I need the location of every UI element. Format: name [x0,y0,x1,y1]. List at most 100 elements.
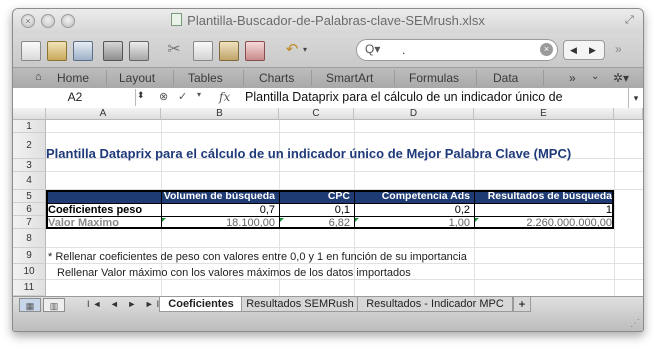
fullscreen-icon[interactable]: ⤢ [625,14,637,26]
cell-coef-cpc[interactable]: 0,1 [279,204,350,217]
row-header[interactable]: 10 [13,264,46,280]
cell-coef-resultados[interactable]: 1 [474,204,612,217]
column-header-f[interactable] [614,108,643,120]
undo-icon[interactable]: ↶ [283,41,301,59]
gridline [46,247,643,248]
tab-tables[interactable]: Tables [188,71,223,85]
paste-icon[interactable] [219,41,239,61]
error-indicator-icon[interactable] [162,218,166,222]
title-bar: × Plantilla-Buscador-de-Palabras-clave-S… [13,9,643,33]
cell-coef-competencia[interactable]: 0,2 [354,204,470,217]
sheet-title[interactable]: Plantilla Dataprix para el cálculo de un… [46,146,571,161]
window-title-text: Plantilla-Buscador-de-Palabras-clave-SEM… [187,13,485,28]
sheet-nav-arrows[interactable]: I◄ ◄ ► ►I [87,299,162,309]
gridline [46,279,643,280]
cancel-edit-icon[interactable]: ⊗ [159,90,168,103]
note-valor-maximo[interactable]: Rellenar Valor máximo con los valores má… [57,267,411,279]
resize-grip-icon[interactable]: ⋰ [630,318,640,329]
column-header-b[interactable]: B [161,108,279,120]
sheet-tab-indicador-mpc[interactable]: Resultados - Indicador MPC [357,297,513,312]
row-header[interactable]: 4 [13,172,46,190]
cell-label-coeficientes[interactable]: Coeficientes peso [48,204,142,217]
select-all-corner[interactable] [13,108,46,120]
clear-search-icon[interactable]: × [540,43,553,56]
search-field[interactable]: Q▾ . × [356,39,558,61]
cell-max-competencia[interactable]: 1,00 [354,217,470,230]
tab-home[interactable]: Home [57,71,89,85]
search-next-button[interactable]: ▶ [583,41,602,59]
tab-data[interactable]: Data [493,71,518,85]
formula-input[interactable]: Plantilla Dataprix para el cálculo de un… [245,90,563,104]
ribbon-divider [543,70,544,86]
gridline [614,120,615,296]
save-icon[interactable] [103,41,123,61]
toolbar-overflow-icon[interactable]: » [615,42,622,56]
undo-dropdown-icon[interactable]: ▾ [303,41,311,59]
cut-icon[interactable]: ✂ [165,41,183,59]
formula-bar: A2 ⬍ ⊗ ✓ ▾ fx Plantilla Dataprix para el… [13,88,643,109]
ribbon-overflow-icon[interactable]: » [569,71,576,85]
ribbon-collapse-icon[interactable]: ⌄ [591,71,599,82]
search-nav-buttons: ◀ ▶ [563,40,605,60]
column-header-e[interactable]: E [474,108,614,120]
templates-icon[interactable] [47,41,67,61]
function-dropdown-icon[interactable]: ▾ [197,90,201,99]
tab-charts[interactable]: Charts [259,71,294,85]
sheet-tab-resultados-semrush[interactable]: Resultados SEMRush [241,297,359,312]
row-header[interactable]: 7 [13,216,46,229]
copy-icon[interactable] [193,41,213,61]
note-coeficientes[interactable]: * Rellenar coeficientes de peso con valo… [48,251,467,263]
row-header[interactable]: 1 [13,120,46,133]
row-header[interactable]: 6 [13,203,46,216]
ribbon-tabs: ⌂ Home Layout Tables Charts SmartArt For… [13,67,643,89]
ribbon-divider [476,70,477,86]
ribbon-divider [243,70,244,86]
standard-toolbar: ✂ ↶ ▾ Q▾ . × ◀ ▶ » [13,33,643,67]
worksheet-grid[interactable]: A B C D E 1 2 3 4 5 6 7 8 9 10 11 Planti… [13,108,643,296]
page-layout-view-button[interactable]: ▥ [43,298,65,312]
excel-window: × Plantilla-Buscador-de-Palabras-clave-S… [12,8,644,332]
column-header-a[interactable]: A [46,108,161,120]
column-header-c[interactable]: C [279,108,354,120]
print-icon[interactable] [129,41,149,61]
expand-formula-bar-icon[interactable]: ▾ [628,88,643,108]
row-header[interactable]: 3 [13,159,46,172]
normal-view-button[interactable]: ▦ [19,298,41,312]
new-icon[interactable] [21,41,41,61]
format-painter-icon[interactable] [245,41,265,61]
cell-max-volumen[interactable]: 18.100,00 [161,217,275,230]
sheet-tab-coeficientes[interactable]: Coeficientes [159,297,243,312]
error-indicator-icon[interactable] [355,218,359,222]
xlsx-file-icon [171,13,183,26]
row-header[interactable]: 8 [13,229,46,248]
row-header[interactable]: 5 [13,190,46,203]
column-header-d[interactable]: D [354,108,474,120]
cell-coef-volumen[interactable]: 0,7 [161,204,275,217]
confirm-edit-icon[interactable]: ✓ [178,90,187,103]
name-box-stepper-icon[interactable]: ⬍ [137,90,145,101]
error-indicator-icon[interactable] [280,218,284,222]
ribbon-divider [311,70,312,86]
search-input[interactable]: . [402,43,405,57]
cell-max-cpc[interactable]: 6,82 [279,217,350,230]
row-header[interactable]: 11 [13,280,46,296]
cell-max-resultados[interactable]: 2.260.000.000,00 [474,217,612,230]
gridline [46,263,643,264]
ribbon-divider [394,70,395,86]
ribbon-divider [106,70,107,86]
tab-formulas[interactable]: Formulas [409,71,459,85]
name-box[interactable]: A2 [15,89,136,106]
error-indicator-icon[interactable] [475,218,479,222]
row-header[interactable]: 9 [13,248,46,264]
insert-function-button[interactable]: fx [219,90,230,104]
add-sheet-button[interactable]: + [513,297,531,312]
open-icon[interactable] [73,41,93,61]
search-previous-button[interactable]: ◀ [564,41,583,59]
tab-smartart[interactable]: SmartArt [326,71,373,85]
status-bar: ⋰ [13,312,643,331]
cell-label-valor-maximo[interactable]: Valor Maximo [48,217,119,230]
row-header[interactable]: 2 [13,133,46,159]
gear-icon[interactable]: ✲▾ [613,71,629,85]
window-title: Plantilla-Buscador-de-Palabras-clave-SEM… [13,13,643,28]
tab-layout[interactable]: Layout [119,71,155,85]
